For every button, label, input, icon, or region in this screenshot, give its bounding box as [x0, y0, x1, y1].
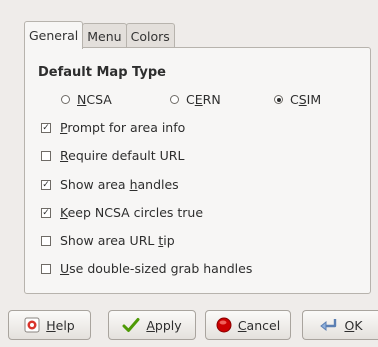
stop-icon — [216, 317, 232, 333]
radio-ncsa-indicator — [61, 95, 70, 104]
checkbox-indicator — [41, 263, 51, 274]
radio-cern-indicator — [170, 95, 179, 104]
checkbox-label: Require default URL — [60, 148, 185, 163]
radio-ncsa-label: NCSA — [77, 92, 112, 107]
checkbox-indicator: ✓ — [41, 122, 51, 133]
show-area-url-tip-checkbox[interactable]: Show area URL tip — [41, 233, 175, 248]
checkmark-icon — [122, 317, 140, 333]
general-panel: Default Map Type NCSA CERN CSIM ✓ Prompt… — [24, 47, 371, 294]
tab-menu[interactable]: Menu — [82, 23, 127, 48]
checkbox-label: Keep NCSA circles true — [60, 205, 204, 220]
map-type-radio-group: NCSA CERN CSIM — [61, 92, 361, 110]
checkbox-label: Use double-sized grab handles — [60, 261, 253, 276]
help-button[interactable]: Help — [8, 310, 91, 340]
prompt-for-area-info-checkbox[interactable]: ✓ Prompt for area info — [41, 120, 185, 135]
dialog-button-row: Help Apply Cancel OK — [0, 310, 378, 340]
checkbox-indicator: ✓ — [41, 179, 51, 190]
cancel-button[interactable]: Cancel — [205, 310, 291, 340]
require-default-url-checkbox[interactable]: Require default URL — [41, 148, 184, 163]
tab-bar: General Menu Colors — [24, 21, 175, 49]
tab-general[interactable]: General — [24, 21, 84, 49]
checkbox-indicator: ✓ — [41, 207, 51, 218]
apply-button[interactable]: Apply — [108, 310, 196, 340]
keep-ncsa-circles-true-checkbox[interactable]: ✓ Keep NCSA circles true — [41, 205, 203, 220]
radio-csim-label: CSIM — [290, 92, 322, 107]
radio-csim[interactable]: CSIM — [274, 92, 321, 107]
radio-cern-label: CERN — [186, 92, 221, 107]
ok-button[interactable]: OK — [302, 310, 378, 340]
checkbox-label: Prompt for area info — [60, 120, 186, 135]
checkbox-label: Show area handles — [60, 177, 179, 192]
checkbox-indicator — [41, 150, 51, 161]
tab-colors[interactable]: Colors — [125, 23, 175, 48]
checkbox-indicator — [41, 235, 51, 246]
double-sized-grab-handles-checkbox[interactable]: Use double-sized grab handles — [41, 261, 252, 276]
default-map-type-heading: Default Map Type — [38, 65, 166, 80]
radio-ncsa[interactable]: NCSA — [61, 92, 112, 107]
show-area-handles-checkbox[interactable]: ✓ Show area handles — [41, 177, 179, 192]
return-arrow-icon — [318, 317, 338, 333]
radio-cern[interactable]: CERN — [170, 92, 221, 107]
checkbox-label: Show area URL tip — [60, 233, 175, 248]
help-icon — [24, 317, 40, 333]
radio-csim-indicator — [274, 95, 283, 104]
